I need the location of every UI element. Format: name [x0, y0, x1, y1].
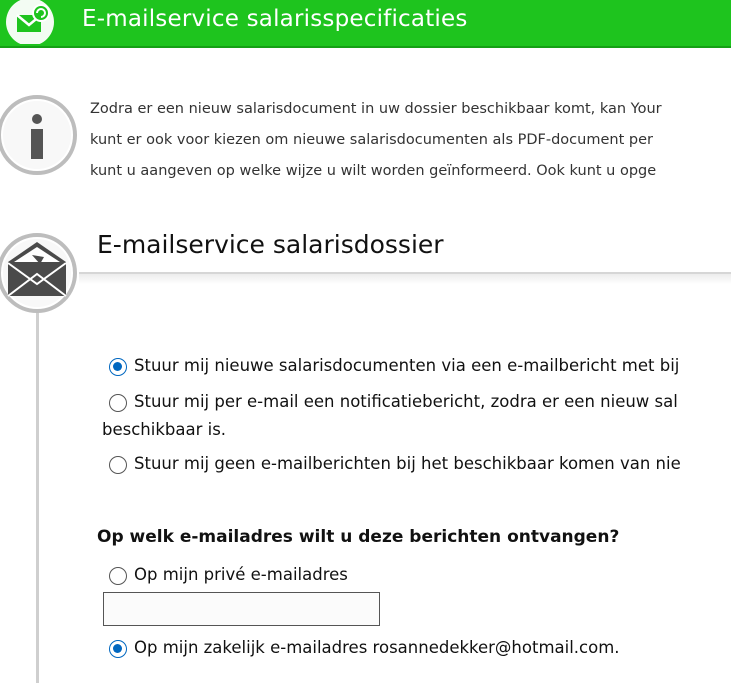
section-divider-shadow: [79, 274, 731, 284]
radio-no-email-label[interactable]: Stuur mij geen e-mailberichten bij het b…: [134, 454, 681, 473]
envelope-refresh-icon: [6, 0, 54, 44]
radio-notification[interactable]: [109, 394, 127, 412]
envelope-icon: [0, 233, 77, 313]
section-title: E-mailservice salarisdossier: [97, 230, 444, 259]
timeline-connector: [36, 300, 39, 683]
info-line: kunt er ook voor kiezen om nieuwe salari…: [90, 132, 653, 148]
radio-business-email[interactable]: [109, 640, 127, 658]
radio-notification-label[interactable]: Stuur mij per e-mail een notificatieberi…: [134, 392, 678, 411]
radio-notification-label-cont[interactable]: beschikbaar is.: [102, 420, 226, 439]
page-title: E-mailservice salarisspecificaties: [82, 6, 468, 32]
info-paragraph: Zodra er een nieuw salarisdocument in uw…: [90, 94, 731, 187]
radio-no-email[interactable]: [109, 456, 127, 474]
radio-business-email-label[interactable]: Op mijn zakelijk e-mailadres rosannedekk…: [134, 638, 620, 657]
app-header: E-mailservice salarisspecificaties: [0, 0, 731, 48]
info-icon: [0, 95, 77, 175]
radio-private-email[interactable]: [109, 567, 127, 585]
radio-attachment[interactable]: [109, 358, 127, 376]
email-question-heading: Op welk e-mailadres wilt u deze berichte…: [97, 527, 620, 547]
radio-attachment-label[interactable]: Stuur mij nieuwe salarisdocumenten via e…: [134, 356, 679, 375]
private-email-input[interactable]: [103, 592, 380, 626]
radio-private-email-label[interactable]: Op mijn privé e-mailadres: [134, 565, 348, 584]
info-line: kunt u aangeven op welke wijze u wilt wo…: [90, 163, 657, 179]
info-line: Zodra er een nieuw salarisdocument in uw…: [90, 101, 662, 117]
